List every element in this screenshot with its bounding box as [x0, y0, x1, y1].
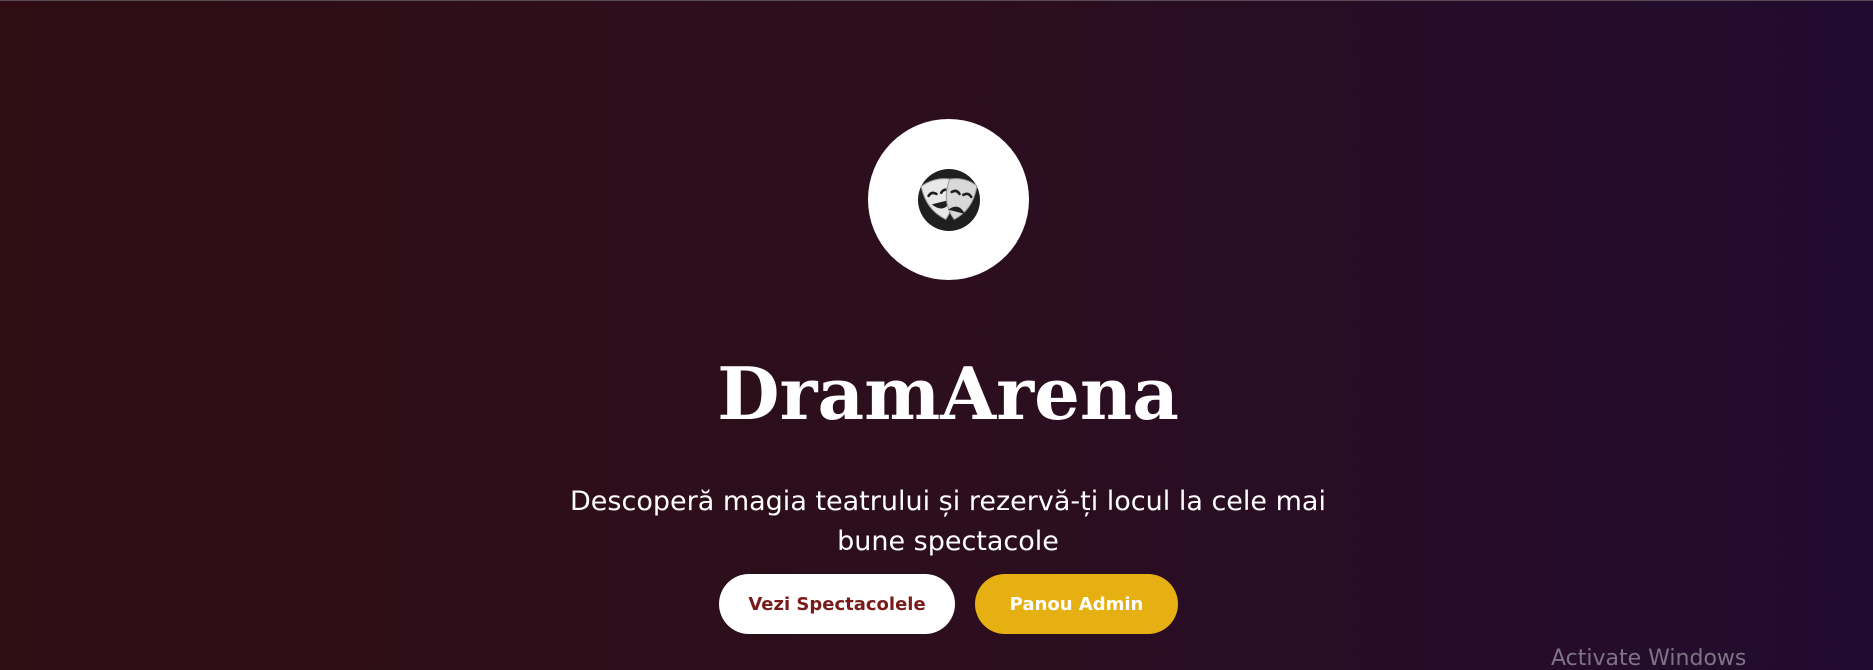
hero-section: DramArena Descoperă magia teatrului și r…: [0, 0, 1873, 670]
activate-windows-watermark: Activate Windows: [1551, 646, 1747, 670]
admin-panel-button[interactable]: Panou Admin: [975, 574, 1178, 634]
logo-badge: [868, 119, 1029, 280]
view-shows-button[interactable]: Vezi Spectacolele: [719, 574, 955, 634]
brand-title: DramArena: [717, 351, 1179, 437]
hero-tagline: Descoperă magia teatrului și rezervă-ți …: [570, 486, 1326, 557]
theater-masks-icon: [911, 162, 987, 238]
